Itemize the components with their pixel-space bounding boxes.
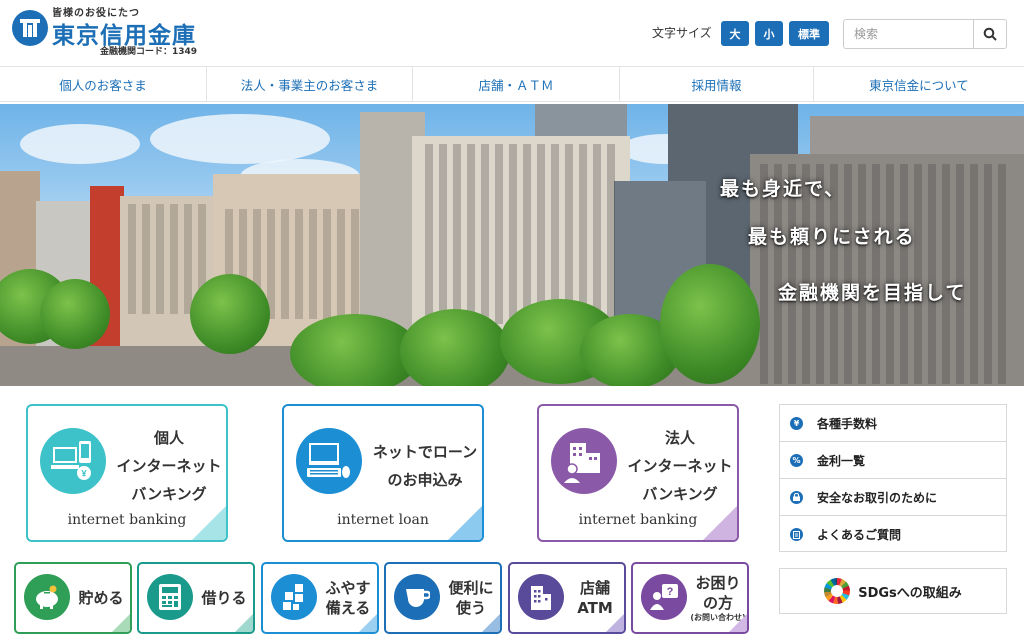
card-title-line: インターネット [627,457,733,475]
tile-label-line: 店舗 [579,579,610,597]
yen-icon: ¥ [790,416,803,430]
sdgs-button[interactable]: SDGsへの取組み [779,568,1007,614]
tile-borrow[interactable]: 借りる [137,562,255,634]
search-icon [983,27,997,41]
tree [190,274,270,354]
card-title: ネットでローン のお申込み [366,438,482,494]
corner-accent [112,614,130,632]
percent-icon: % [790,453,803,467]
link-fees[interactable]: ¥ 各種手数料 [780,405,1006,442]
link-faq[interactable]: よくあるご質問 [780,516,1006,553]
quick-links: ¥ 各種手数料 % 金利一覧 安全なお取引のために よくあるご質問 [779,404,1007,552]
building-icon [518,574,564,620]
card-title-line: インターネット [116,457,222,475]
tile-grow-prepare[interactable]: ふやす 備える [261,562,379,634]
computer-mouse-icon [296,428,362,494]
cloud [150,114,330,164]
hero-line-2: 最も頼りにされる [748,226,916,248]
tile-help-contact[interactable]: ? お困り の方 (お問い合わせ) [631,562,749,634]
calculator-icon [147,574,193,620]
card-personal-internet-banking[interactable]: ¥ 個人 インターネット バンキング internet banking [26,404,228,542]
nav-recruit[interactable]: 採用情報 [620,67,814,101]
font-size-large-button[interactable]: 大 [721,21,749,46]
piggy-bank-icon [24,574,70,620]
card-title-line: 個人 [153,429,184,447]
card-corporate-internet-banking[interactable]: 法人 インターネット バンキング internet banking [537,404,739,542]
lock-icon [790,490,803,504]
nav-corporate[interactable]: 法人・事業主のお客さま [207,67,413,101]
sdgs-label: SDGsへの取組み [858,585,962,601]
cup-icon [394,574,440,620]
corner-accent [729,614,747,632]
corner-accent [703,506,737,540]
svg-text:?: ? [667,586,674,598]
search-placeholder: 検索 [854,27,879,41]
bank-code: 金融機関コード：1349 [100,47,198,57]
card-title-line: のお申込み [387,471,463,489]
windows [425,144,620,324]
cloud [20,124,140,164]
tile-convenient-use[interactable]: 便利に 使う [384,562,502,634]
tile-label-line: ふやす [325,579,371,597]
link-interest-rates[interactable]: % 金利一覧 [780,442,1006,479]
hero-line-1: 最も身近で、 [720,178,846,200]
card-title-line: バンキング [642,485,718,503]
corner-accent [448,506,482,540]
faq-icon [790,528,803,541]
logo-mark-icon [12,10,48,46]
nav-personal[interactable]: 個人のお客さま [0,67,207,101]
search-input[interactable]: 検索 [843,19,973,49]
card-internet-loan[interactable]: ネットでローン のお申込み internet loan [282,404,484,542]
growth-icon [271,574,317,620]
office-building-icon [551,428,617,494]
font-size-standard-button[interactable]: 標準 [789,21,829,46]
main-nav: 個人のお客さま 法人・事業主のお客さま 店舗・ＡＴＭ 採用情報 東京信金について [0,66,1024,102]
search-button[interactable] [973,19,1007,49]
corner-accent [482,614,500,632]
card-title-line: バンキング [131,485,207,503]
corner-accent [192,506,226,540]
tile-label-line: 借りる [201,589,247,607]
nav-about[interactable]: 東京信金について [814,67,1024,101]
svg-text:¥: ¥ [81,469,86,479]
tile-label-line: の方 [702,594,733,612]
nav-branch-atm[interactable]: 店舗・ＡＴＭ [413,67,620,101]
pc-phone-icon: ¥ [40,428,106,494]
tree [40,279,110,349]
font-size-label: 文字サイズ [652,26,712,40]
font-size-small-button[interactable]: 小 [755,21,783,46]
tree [400,309,510,386]
link-label: 金利一覧 [817,453,866,468]
tree [660,264,760,384]
tile-save[interactable]: 貯める [14,562,132,634]
question-icon: ? [641,574,687,620]
link-safe-transactions[interactable]: 安全なお取引のために [780,479,1006,516]
card-title: 個人 インターネット バンキング [110,424,226,508]
hero-banner: 最も身近で、 最も頼りにされる 金融機関を目指して [0,104,1024,386]
link-label: 各種手数料 [817,416,878,431]
tile-label-line: 便利に [448,579,494,597]
tile-branch-atm[interactable]: 店舗 ATM [508,562,626,634]
hero-line-3: 金融機関を目指して [778,282,967,304]
corner-accent [606,614,624,632]
sdgs-wheel-icon [824,578,851,604]
card-title-line: ネットでローン [372,443,478,461]
corner-accent [235,614,253,632]
tile-label-line: 貯める [78,589,124,607]
site-logo[interactable]: 皆様のお役にたつ 東京信用金庫 金融機関コード：1349 [12,4,212,62]
tile-label-line: お困り [695,574,741,592]
link-label: よくあるご質問 [817,528,902,542]
card-title-line: 法人 [664,429,695,447]
card-title: 法人 インターネット バンキング [621,424,737,508]
corner-accent [359,614,377,632]
site-header: 皆様のお役にたつ 東京信用金庫 金融機関コード：1349 文字サイズ 大 小 標… [0,0,1024,66]
link-label: 安全なお取引のために [817,490,938,505]
